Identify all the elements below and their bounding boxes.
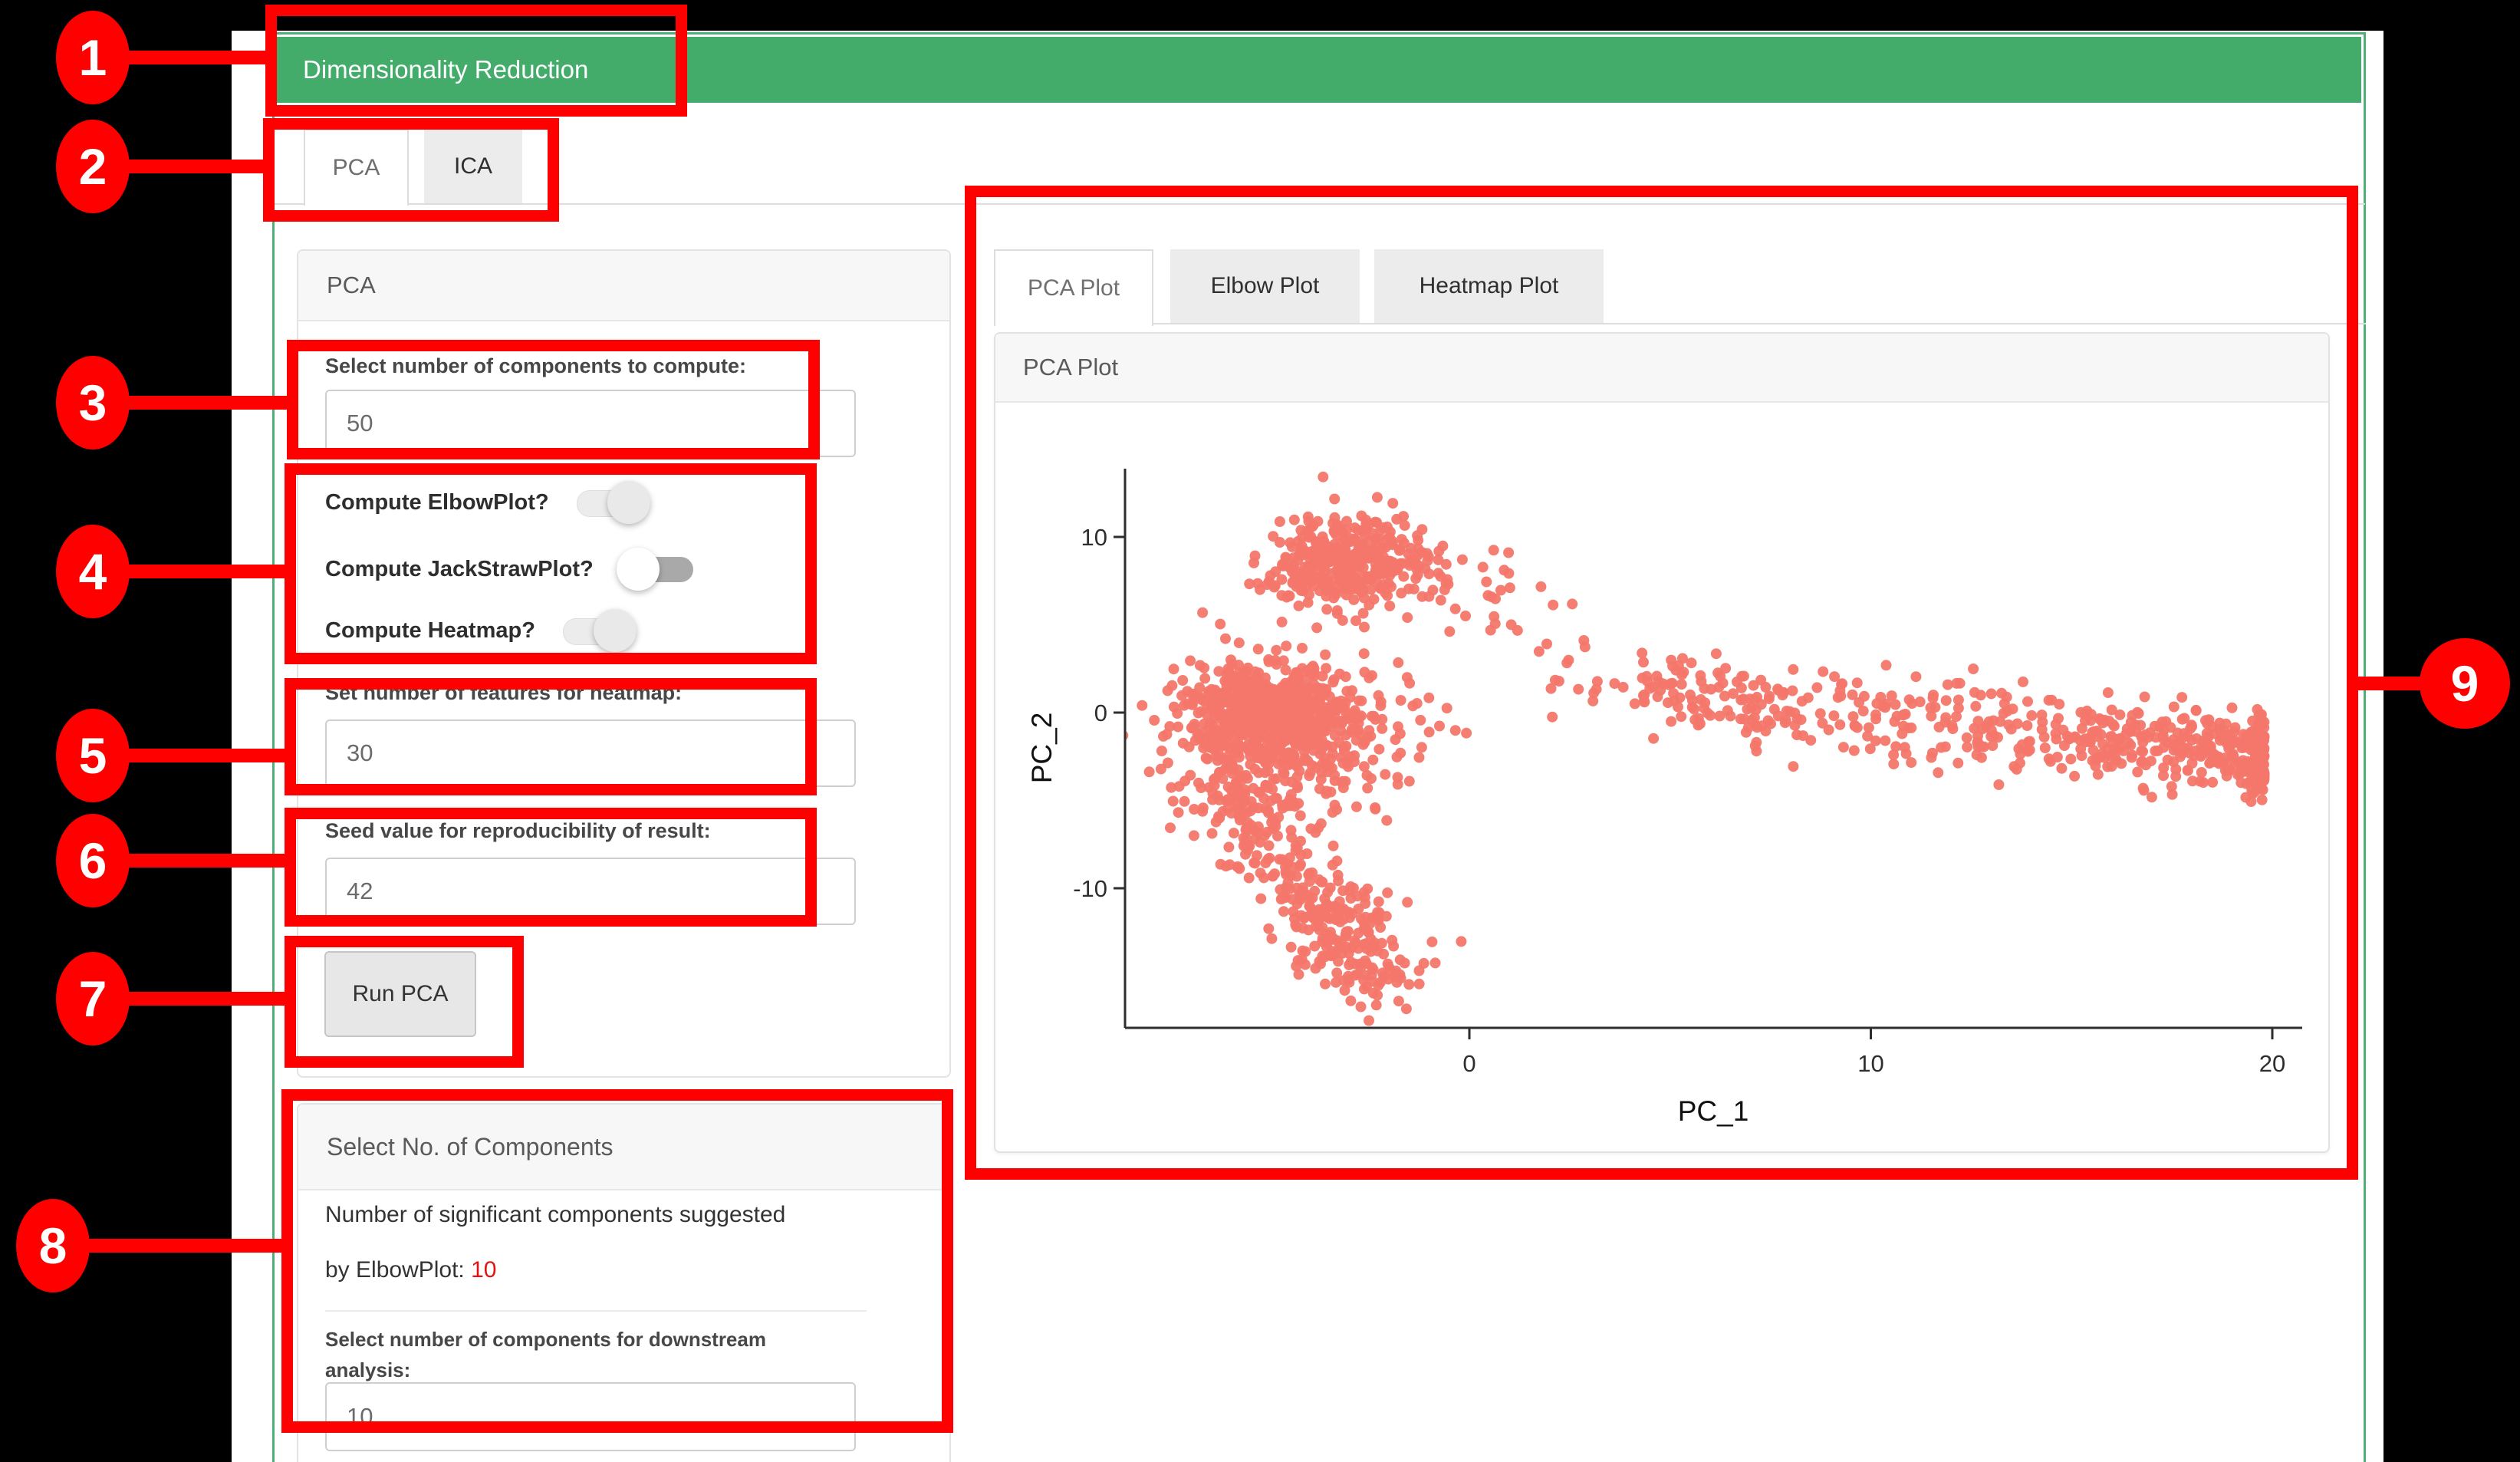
annotation-number-2: 2: [56, 120, 130, 213]
y-tick-label: 10: [1081, 524, 1107, 551]
x-axis-label: PC_1: [1678, 1095, 1749, 1127]
y-axis-label: PC_2: [1026, 713, 1058, 784]
suggested-components-value: 10: [471, 1257, 496, 1283]
toggle-knob: [607, 481, 650, 524]
heatmap-features-label: Set number of features for heatmap:: [325, 681, 682, 705]
heatmap-features-input[interactable]: [325, 719, 856, 787]
x-tick-label: 0: [1462, 1050, 1475, 1077]
components-count-input[interactable]: [325, 390, 856, 457]
jackstrawplot-toggle-row: Compute JackStrawPlot?: [325, 545, 695, 593]
tabs-divider: [275, 203, 2365, 205]
page-title: Dimensionality Reduction: [277, 37, 2361, 103]
pca-scatter-plot: 10 0 -10 0 10 20 PC_1 PC_2: [994, 401, 2330, 1151]
annotation-number-9: 9: [2420, 638, 2510, 729]
seed-label: Seed value for reproducibility of result…: [325, 819, 711, 843]
annotation-number-5: 5: [56, 709, 130, 802]
tab-heatmap-plot[interactable]: Heatmap Plot: [1374, 249, 1604, 323]
plot-tabs-divider: [994, 323, 2366, 324]
tab-ica[interactable]: ICA: [424, 129, 522, 203]
elbowplot-toggle-label: Compute ElbowPlot?: [325, 490, 549, 515]
annotation-number-7: 7: [56, 952, 130, 1045]
x-tick-label: 10: [1857, 1050, 1883, 1077]
annotation-number-8: 8: [16, 1199, 90, 1292]
toggle-knob: [594, 609, 637, 652]
suggested-components-text: Number of significant components suggest…: [325, 1187, 908, 1298]
annotation-number-3: 3: [56, 356, 130, 449]
divider: [325, 1310, 867, 1312]
heatmap-toggle-row: Compute Heatmap?: [325, 607, 637, 654]
run-pca-button[interactable]: Run PCA: [324, 951, 476, 1037]
tab-pca[interactable]: PCA: [304, 129, 409, 206]
components-count-label: Select number of components to compute:: [325, 354, 746, 378]
downstream-components-label: Select number of components for downstre…: [325, 1324, 801, 1385]
screenshot-canvas: Dimensionality Reduction PCA ICA PCA Sel…: [0, 0, 2520, 1462]
select-components-panel-header: Select No. of Components: [298, 1105, 949, 1190]
pca-panel-header: PCA: [298, 251, 949, 321]
heatmap-toggle[interactable]: [558, 608, 637, 653]
tab-elbow-plot[interactable]: Elbow Plot: [1170, 249, 1360, 323]
toggle-knob: [617, 548, 660, 591]
tab-pca-plot[interactable]: PCA Plot: [994, 249, 1153, 326]
annotation-number-1: 1: [56, 11, 130, 104]
elbowplot-toggle-row: Compute ElbowPlot?: [325, 479, 650, 526]
pca-plot-panel-header: PCA Plot: [995, 334, 2328, 403]
elbowplot-toggle[interactable]: [572, 480, 650, 525]
x-tick-label: 20: [2259, 1050, 2285, 1077]
annotation-number-6: 6: [56, 814, 130, 907]
y-tick-label: 0: [1094, 700, 1107, 726]
heatmap-toggle-label: Compute Heatmap?: [325, 618, 535, 644]
y-tick-label: -10: [1073, 875, 1107, 902]
downstream-components-input[interactable]: [325, 1382, 856, 1451]
seed-input[interactable]: [325, 858, 856, 925]
jackstrawplot-toggle[interactable]: [617, 547, 695, 591]
jackstrawplot-toggle-label: Compute JackStrawPlot?: [325, 557, 594, 582]
annotation-number-4: 4: [56, 525, 130, 618]
